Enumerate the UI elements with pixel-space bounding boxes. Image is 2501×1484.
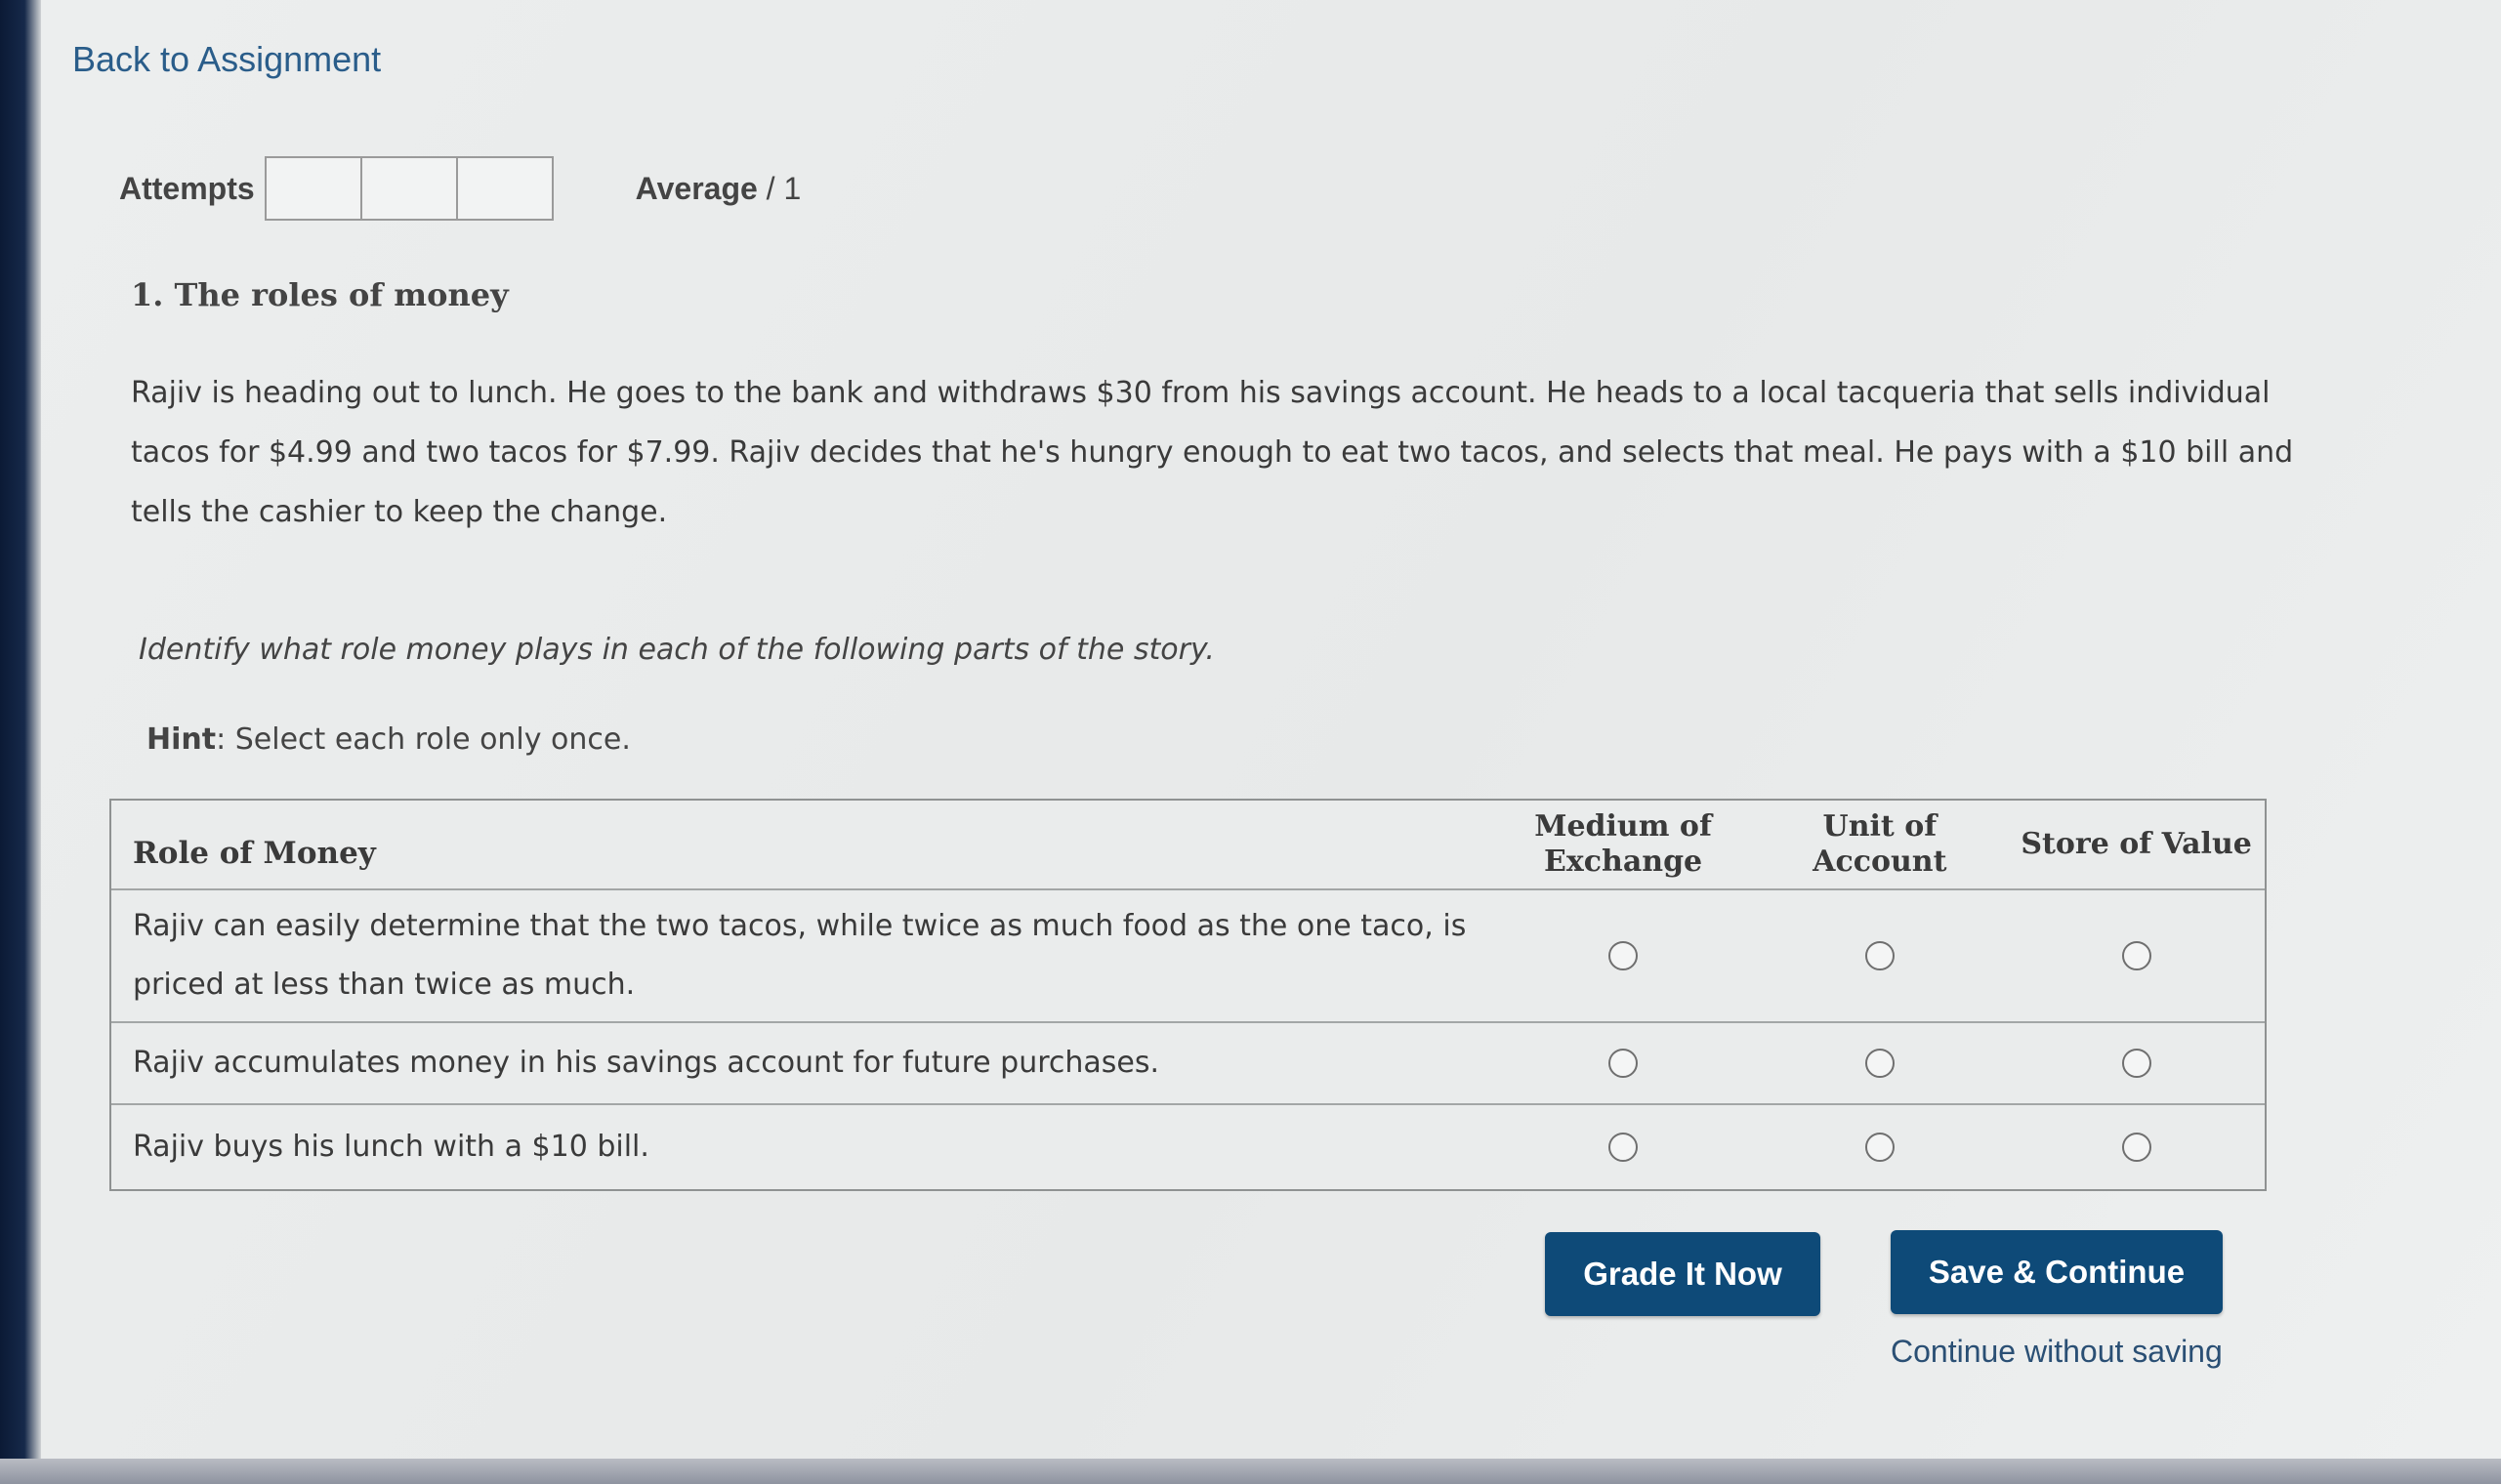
role-of-money-grid: Role of Money Medium of Exchange Unit of… xyxy=(109,799,2267,1191)
row-statement: Rajiv accumulates money in his savings a… xyxy=(133,1046,1160,1080)
radio-row2-unit-of-account[interactable] xyxy=(1864,1049,1895,1078)
table-row: Rajiv can easily determine that the two … xyxy=(111,890,2265,1023)
question-instruction: Identify what role money plays in each o… xyxy=(139,633,1215,667)
column-store-of-value: Store of Value xyxy=(2021,827,2252,861)
radio-row2-store-of-value[interactable] xyxy=(2121,1049,2151,1078)
hint-label: Hint xyxy=(146,722,217,757)
screen-bezel-left xyxy=(0,0,41,1484)
row-statement: Rajiv can easily determine that the two … xyxy=(133,909,1467,1002)
radio-row3-medium-of-exchange[interactable] xyxy=(1608,1133,1639,1162)
average-score: Average / 1 xyxy=(636,171,802,207)
grade-it-now-button[interactable]: Grade It Now xyxy=(1545,1232,1820,1316)
grid-header-row: Role of Money Medium of Exchange Unit of… xyxy=(111,801,2265,890)
attempt-box xyxy=(458,158,552,219)
row-statement: Rajiv buys his lunch with a $10 bill. xyxy=(133,1130,649,1164)
radio-row3-store-of-value[interactable] xyxy=(2121,1133,2151,1162)
radio-row2-medium-of-exchange[interactable] xyxy=(1608,1049,1639,1078)
radio-row1-store-of-value[interactable] xyxy=(2121,941,2151,970)
hint-text: : Select each role only once. xyxy=(216,722,631,757)
question-title: 1. The roles of money xyxy=(131,276,509,313)
column-unit-of-account: Unit of Account xyxy=(1813,809,1947,879)
hint: Hint: Select each role only once. xyxy=(146,722,631,757)
column-medium-of-exchange: Medium of Exchange xyxy=(1534,809,1712,879)
attempts-row: Attempts Average / 1 xyxy=(119,156,801,221)
question-body: Rajiv is heading out to lunch. He goes t… xyxy=(131,376,2294,529)
attempt-box xyxy=(267,158,362,219)
assignment-page: Back to Assignment Attempts Average / 1 … xyxy=(41,0,2501,1459)
average-value: / 1 xyxy=(766,170,802,206)
table-row: Rajiv accumulates money in his savings a… xyxy=(111,1023,2265,1105)
radio-row1-medium-of-exchange[interactable] xyxy=(1608,941,1639,970)
screen-bezel-bottom xyxy=(0,1459,2501,1484)
average-label: Average xyxy=(635,170,758,206)
grid-header-label: Role of Money xyxy=(133,836,376,871)
radio-row3-unit-of-account[interactable] xyxy=(1864,1133,1895,1162)
attempts-label: Attempts xyxy=(119,170,255,206)
back-to-assignment-link[interactable]: Back to Assignment xyxy=(72,39,381,80)
attempt-box xyxy=(362,158,458,219)
save-and-continue-button[interactable]: Save & Continue xyxy=(1891,1230,2223,1314)
attempt-boxes xyxy=(264,156,554,221)
table-row: Rajiv buys his lunch with a $10 bill. xyxy=(111,1105,2265,1189)
continue-without-saving-link[interactable]: Continue without saving xyxy=(1891,1334,2223,1370)
radio-row1-unit-of-account[interactable] xyxy=(1864,941,1895,970)
